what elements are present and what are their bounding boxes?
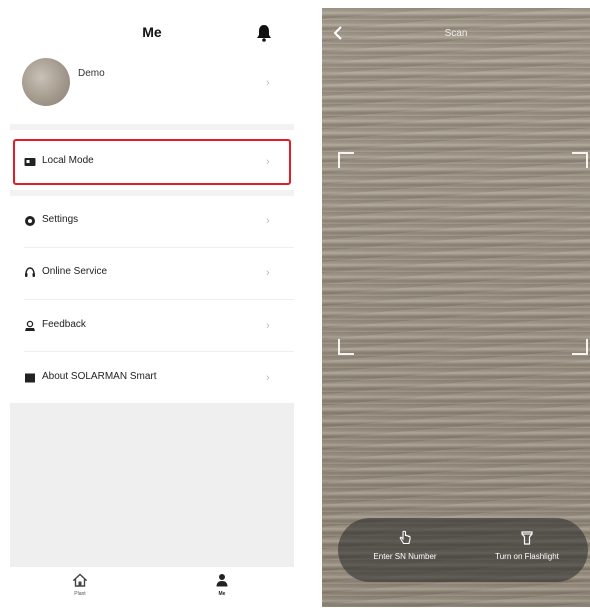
profile-row[interactable]: Demo › — [10, 52, 294, 122]
chevron-right-icon: › — [266, 215, 270, 227]
headset-icon — [25, 267, 35, 277]
menu-item-feedback[interactable]: Feedback › — [10, 301, 294, 351]
chevron-right-icon: › — [266, 320, 270, 332]
menu-item-about[interactable]: About SOLARMAN Smart › — [10, 353, 294, 403]
highlight-box — [13, 139, 291, 185]
enter-sn-button[interactable]: Enter SN Number — [350, 530, 460, 561]
me-screen: Me Demo › Local Mode › Settings › Online… — [10, 0, 294, 608]
scan-frame-corner — [338, 339, 354, 355]
menu-item-label: Feedback — [42, 319, 86, 330]
scan-frame-corner — [572, 339, 588, 355]
tab-bar: Plant Me — [10, 566, 294, 608]
divider — [24, 351, 294, 352]
gear-icon — [25, 216, 35, 226]
tab-label: Me — [218, 591, 226, 597]
flashlight-icon — [521, 531, 533, 545]
menu-item-settings[interactable]: Settings › — [10, 196, 294, 246]
menu-item-label: About SOLARMAN Smart — [42, 371, 157, 382]
page-title: Me — [142, 24, 162, 40]
menu-item-label: Settings — [42, 214, 79, 225]
book-icon — [25, 373, 35, 383]
tab-label: Plant — [74, 591, 86, 597]
page-title: Scan — [444, 28, 468, 39]
profile-name: Demo — [78, 68, 105, 79]
scan-actions-bar: Enter SN Number Turn on Flashlight — [338, 518, 588, 582]
avatar[interactable] — [22, 58, 70, 106]
scan-screen: Scan Enter SN Number Turn on Flashlight — [322, 8, 590, 607]
hand-pointer-icon — [399, 530, 411, 545]
chevron-right-icon: › — [266, 267, 270, 279]
flashlight-button[interactable]: Turn on Flashlight — [472, 530, 582, 561]
scan-frame-corner — [572, 152, 588, 168]
home-icon — [73, 573, 87, 587]
empty-area — [10, 403, 294, 566]
tab-me[interactable]: Me — [192, 571, 252, 597]
scan-frame-corner — [338, 152, 354, 168]
chevron-right-icon: › — [266, 77, 270, 89]
flashlight-label: Turn on Flashlight — [495, 552, 559, 561]
tab-plant[interactable]: Plant — [50, 571, 110, 597]
menu-item-online-service[interactable]: Online Service › — [10, 248, 294, 298]
chevron-right-icon: › — [266, 372, 270, 384]
enter-sn-label: Enter SN Number — [373, 552, 437, 561]
divider — [24, 299, 294, 300]
bell-icon[interactable] — [256, 24, 272, 42]
person-icon — [216, 574, 228, 587]
divider — [10, 124, 294, 130]
feedback-icon — [25, 320, 35, 331]
menu-item-label: Online Service — [42, 266, 108, 277]
